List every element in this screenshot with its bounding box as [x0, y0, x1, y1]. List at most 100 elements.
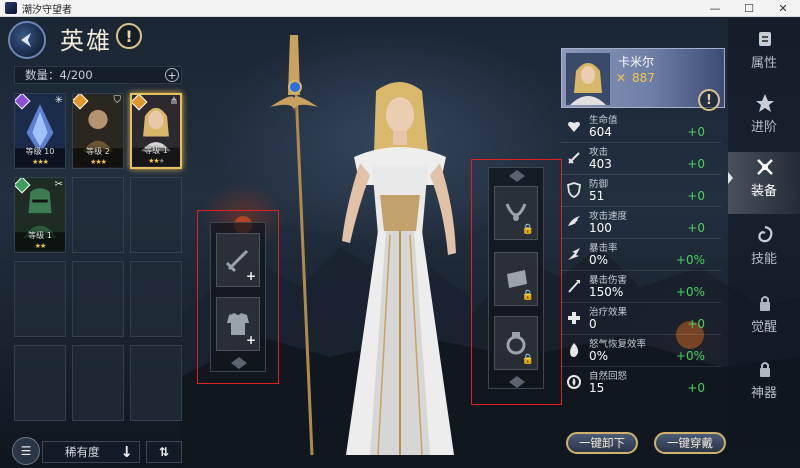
shield-icon	[565, 181, 583, 199]
empty-hero-slot	[130, 177, 182, 253]
hero-stars: ★★★	[32, 158, 49, 166]
support-icon: ⋔	[169, 96, 178, 107]
empty-hero-slot	[130, 345, 182, 421]
stat-delta: +0%	[675, 285, 705, 299]
stat-name: 攻击	[589, 147, 609, 158]
unequip-all-button[interactable]: 一键卸下	[566, 432, 638, 454]
sort-label: 稀有度	[65, 445, 100, 459]
empty-hero-slot	[130, 261, 182, 337]
hero-info-button[interactable]: !	[698, 89, 720, 111]
hero-tabs: 属性 进阶 装备 技能 觉醒 神器	[728, 18, 800, 451]
window-title: 潮汐守望者	[22, 4, 72, 16]
stat-value: 51	[589, 189, 605, 203]
empty-hero-slot	[14, 261, 66, 337]
bracer-slot[interactable]: 🔒	[494, 252, 538, 306]
crossed-swords-icon	[754, 156, 776, 178]
sort-dropdown[interactable]: 稀有度 ↓	[42, 441, 140, 463]
necklace-slot[interactable]: 🔒	[494, 186, 538, 240]
tab-label: 装备	[750, 184, 777, 199]
stat-value: 100	[589, 221, 612, 235]
stat-name: 防御	[589, 179, 609, 190]
regen-icon	[565, 373, 583, 391]
stat-value: 0	[589, 317, 597, 331]
filter-button[interactable]: ☰	[12, 437, 40, 465]
tab-label: 进阶	[750, 120, 777, 135]
stat-value: 150%	[589, 285, 624, 299]
stat-delta: +0	[687, 317, 705, 331]
hero-card-4[interactable]: ✂ 等级 1 ★★	[14, 177, 66, 253]
stat-delta: +0	[687, 221, 705, 235]
hero-stars: ★★	[34, 242, 47, 250]
stat-delta: +0	[687, 189, 705, 203]
stat-name: 攻击速度	[589, 211, 628, 222]
heal-cross-icon	[565, 309, 583, 327]
lock-icon: 🔒	[521, 354, 534, 365]
hero-count-bar: 数量：4/200 +	[14, 66, 182, 84]
stat-delta: +0%	[675, 349, 705, 363]
stat-row-crit-damage: 暴击伤害 150% +0%	[561, 271, 721, 303]
back-button[interactable]	[8, 21, 46, 59]
lock-icon	[754, 292, 776, 314]
empty-hero-slot	[72, 345, 124, 421]
diamond-ornament-icon	[509, 376, 525, 388]
hero-character-art	[270, 35, 456, 456]
close-button[interactable]: ✕	[766, 0, 800, 17]
stat-value: 15	[589, 381, 605, 395]
tab-awaken[interactable]: 觉醒	[728, 288, 800, 346]
lock-icon: 🔒	[521, 290, 534, 301]
hero-level: 等级 10	[25, 147, 55, 156]
stat-row-defense: 防御 51 +0	[561, 175, 721, 207]
hero-level: 等级 1	[144, 146, 168, 155]
empty-hero-slot	[14, 345, 66, 421]
stat-delta: +0	[687, 125, 705, 139]
stat-name: 治疗效果	[589, 307, 628, 318]
hero-stars: ★★★	[148, 157, 165, 165]
crossed-swords-icon: ✂	[54, 179, 63, 190]
swirl-icon	[754, 224, 776, 246]
tab-equipment[interactable]: 装备	[728, 152, 800, 214]
hero-level: 等级 2	[86, 147, 110, 156]
empty-hero-slot	[72, 261, 124, 337]
stat-row-hp: 生命值 604 +0	[561, 111, 721, 143]
stat-row-attack-speed: 攻击速度 100 +0	[561, 207, 721, 239]
add-armor-icon: +	[245, 333, 256, 347]
hero-level: 等级 1	[28, 231, 52, 240]
stat-value: 0%	[589, 253, 609, 267]
info-button[interactable]: !	[116, 23, 142, 49]
tab-artifact[interactable]: 神器	[728, 354, 800, 412]
stat-name: 自然回怒	[589, 371, 628, 382]
equip-all-button[interactable]: 一键穿戴	[654, 432, 726, 454]
maximize-button[interactable]: ☐	[732, 0, 766, 17]
add-slot-button[interactable]: +	[165, 68, 179, 82]
tab-label: 觉醒	[750, 320, 777, 335]
scroll-icon	[754, 28, 776, 50]
stat-row-natural-rage: 自然回怒 15 +0	[561, 367, 721, 399]
weapon-slot[interactable]: +	[216, 233, 260, 287]
game-viewport: 英雄 ! 数量：4/200 + ✳ 等级 10 ★★★ ⛉ 等级 2 ★★★ ⋔…	[0, 17, 800, 468]
crit-damage-icon	[565, 277, 583, 295]
equipment-left-column: + +	[210, 222, 266, 372]
armor-slot[interactable]: +	[216, 297, 260, 351]
equipment-right-column: 🔒 🔒 🔒	[488, 167, 544, 389]
hero-card-3[interactable]: ⋔ 等级 1 ★★★	[130, 93, 182, 169]
ascend-icon	[754, 92, 776, 114]
stat-value: 403	[589, 157, 612, 171]
hero-count: 数量：4/200	[25, 68, 93, 82]
minimize-button[interactable]: —	[698, 0, 732, 17]
stat-value: 604	[589, 125, 612, 139]
tab-label: 技能	[750, 252, 777, 267]
sort-order-button[interactable]: ⇅	[146, 441, 182, 463]
hero-card-1[interactable]: ✳ 等级 10 ★★★	[14, 93, 66, 169]
hero-name: 卡米尔	[618, 55, 655, 69]
hero-card-2[interactable]: ⛉ 等级 2 ★★★	[72, 93, 124, 169]
ring-slot[interactable]: 🔒	[494, 316, 538, 370]
sort-arrow-icon: ↓	[120, 443, 133, 461]
tab-attributes[interactable]: 属性	[728, 24, 800, 82]
tab-skills[interactable]: 技能	[728, 220, 800, 278]
hero-stars: ★★★	[90, 158, 107, 166]
hero-avatar	[566, 53, 610, 105]
rage-icon	[565, 341, 583, 359]
tab-ascend[interactable]: 进阶	[728, 88, 800, 146]
diamond-ornament-icon	[231, 357, 247, 369]
heart-icon	[565, 117, 583, 135]
